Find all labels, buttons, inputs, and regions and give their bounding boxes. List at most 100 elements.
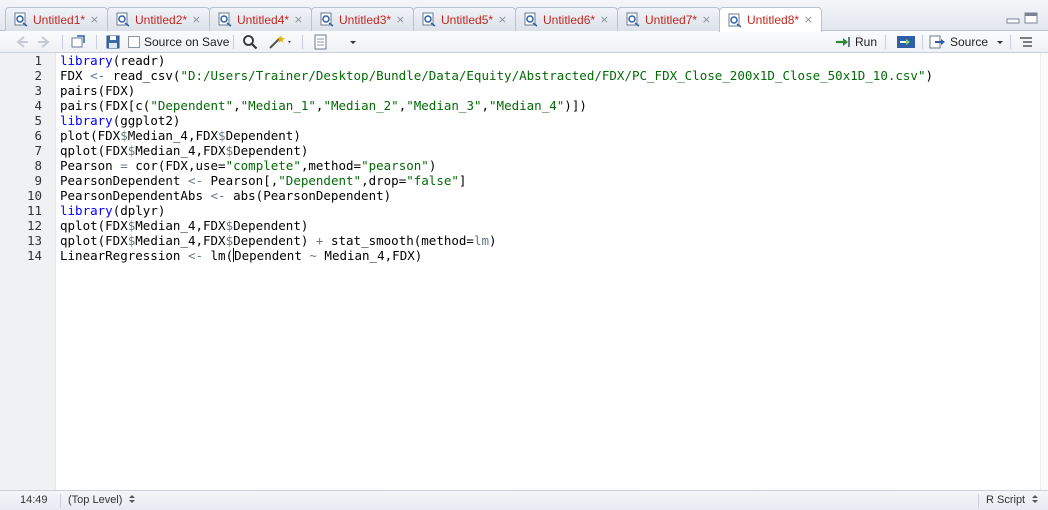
close-icon[interactable]: × <box>90 13 99 26</box>
back-arrow-icon[interactable] <box>14 33 30 51</box>
status-bar: 14:49 (Top Level) R Script <box>0 490 1048 510</box>
line-number: 9 <box>34 173 42 188</box>
pane-window-controls <box>1006 12 1038 24</box>
compile-report-icon[interactable] <box>313 33 329 51</box>
tab-label: Untitled6* <box>543 12 596 27</box>
save-icon[interactable] <box>105 33 121 51</box>
code-line-14[interactable]: LinearRegression <- lm(Dependent ~ Media… <box>60 248 422 263</box>
code-token: Median_4,FDX <box>135 143 226 158</box>
source-menu-chevron-down-icon[interactable] <box>995 33 1005 51</box>
code-token: $ <box>120 128 128 143</box>
source-arrow-icon <box>929 35 945 49</box>
toolbar-divider <box>885 35 886 49</box>
search-icon[interactable] <box>242 33 258 51</box>
code-token: $ <box>225 233 234 248</box>
code-token: Median_4,FDX) <box>316 248 423 263</box>
line-number: 8 <box>34 158 42 173</box>
code-token: $ <box>225 143 234 158</box>
code-token: Pearson[, <box>203 173 279 188</box>
minimize-pane-icon[interactable] <box>1006 12 1020 24</box>
tab-untitled1[interactable]: Untitled1* × <box>5 7 108 31</box>
code-line-11[interactable]: library(dplyr) <box>60 203 165 218</box>
tab-untitled4[interactable]: Untitled4* × <box>209 7 312 31</box>
code-token: LinearRegression <box>60 248 188 263</box>
code-token: (dplyr) <box>112 203 166 218</box>
close-icon[interactable]: × <box>804 13 813 26</box>
file-type-selector[interactable]: R Script <box>986 494 1039 506</box>
code-line-6[interactable]: plot(FDX$Median_4,FDX$Dependent) <box>60 128 301 143</box>
updown-chevron-icon <box>129 495 136 503</box>
scope-selector[interactable]: (Top Level) <box>68 494 136 506</box>
tab-label: Untitled5* <box>441 12 494 27</box>
tab-untitled2[interactable]: Untitled2* × <box>107 7 210 31</box>
code-line-7[interactable]: qplot(FDX$Median_4,FDX$Dependent) <box>60 143 308 158</box>
line-number: 12 <box>26 218 42 233</box>
source-button[interactable]: Source <box>929 33 988 51</box>
close-icon[interactable]: × <box>396 13 405 26</box>
code-line-1[interactable]: library(readr) <box>60 53 165 68</box>
r-file-icon <box>116 12 130 27</box>
code-token: Dependent <box>234 248 310 263</box>
code-line-3[interactable]: pairs(FDX) <box>60 83 135 98</box>
tab-untitled3[interactable]: Untitled3* × <box>311 7 414 31</box>
code-tools-wand-icon[interactable] <box>268 33 294 51</box>
tab-label: Untitled4* <box>237 12 290 27</box>
code-token: read_csv( <box>105 68 181 83</box>
code-line-13[interactable]: qplot(FDX$Median_4,FDX$Dependent) + stat… <box>60 233 497 248</box>
show-in-window-icon[interactable] <box>70 33 86 51</box>
line-number: 10 <box>26 188 42 203</box>
line-number: 6 <box>34 128 42 143</box>
code-line-9[interactable]: PearsonDependent <- Pearson[,"Dependent"… <box>60 173 466 188</box>
status-divider <box>60 494 61 508</box>
tab-bar: Untitled1* × Untitled2* × Untitled4* × U… <box>0 0 1048 32</box>
run-button[interactable]: Run <box>834 33 877 51</box>
document-outline-icon[interactable] <box>1018 33 1034 51</box>
toolbar-divider <box>96 35 97 49</box>
run-arrow-icon <box>836 37 850 47</box>
tab-untitled5[interactable]: Untitled5* × <box>413 7 516 31</box>
code-line-2[interactable]: FDX <- read_csv("D:/Users/Trainer/Deskto… <box>60 68 933 83</box>
code-line-5[interactable]: library(ggplot2) <box>60 113 180 128</box>
close-icon[interactable]: × <box>192 13 201 26</box>
code-editor[interactable]: 1 2 3 4 5 6 7 8 9 10 11 12 13 14 library… <box>0 53 1048 490</box>
code-token: , <box>233 98 241 113</box>
code-token: "Median_2" <box>323 98 399 113</box>
maximize-pane-icon[interactable] <box>1024 12 1038 24</box>
close-icon[interactable]: × <box>702 13 711 26</box>
line-number: 5 <box>34 113 42 128</box>
code-line-10[interactable]: PearsonDependentAbs <- abs(PearsonDepend… <box>60 188 391 203</box>
tab-untitled7[interactable]: Untitled7* × <box>617 7 720 31</box>
code-token: "Median_1" <box>240 98 316 113</box>
code-token: library <box>60 113 113 128</box>
code-token: $ <box>225 218 234 233</box>
chevron-down-icon[interactable] <box>348 33 358 51</box>
code-line-12[interactable]: qplot(FDX$Median_4,FDX$Dependent) <box>60 218 308 233</box>
r-file-icon <box>422 12 436 27</box>
updown-chevron-icon <box>1032 495 1039 503</box>
code-token: "D:/Users/Trainer/Desktop/Bundle/Data/Eq… <box>180 68 926 83</box>
code-token: "Median_4" <box>489 98 565 113</box>
code-token: stat_smooth(method= <box>323 233 474 248</box>
code-token: FDX <box>60 68 91 83</box>
code-line-4[interactable]: pairs(FDX[c("Dependent","Median_1","Medi… <box>60 98 587 113</box>
close-icon[interactable]: × <box>498 13 507 26</box>
code-line-8[interactable]: Pearson = cor(FDX,use="complete",method=… <box>60 158 436 173</box>
tab-untitled6[interactable]: Untitled6* × <box>515 7 618 31</box>
file-type-label: R Script <box>986 494 1026 506</box>
forward-arrow-icon[interactable] <box>36 33 52 51</box>
source-button-label: Source <box>950 35 989 49</box>
line-number: 11 <box>26 203 42 218</box>
code-token: "false" <box>406 173 459 188</box>
close-icon[interactable]: × <box>600 13 609 26</box>
code-token: "Dependent" <box>278 173 362 188</box>
close-icon[interactable]: × <box>294 13 303 26</box>
code-token: ~ <box>309 248 317 263</box>
line-number: 3 <box>34 83 42 98</box>
editor-scrollbar[interactable] <box>1040 53 1048 490</box>
code-token: $ <box>218 128 226 143</box>
tab-untitled8[interactable]: Untitled8* × <box>719 7 822 32</box>
source-on-save-toggle[interactable]: Source on Save <box>128 33 229 51</box>
source-on-save-checkbox[interactable] <box>128 36 140 48</box>
rerun-icon[interactable] <box>896 33 916 51</box>
code-token: PearsonDependentAbs <box>60 188 211 203</box>
